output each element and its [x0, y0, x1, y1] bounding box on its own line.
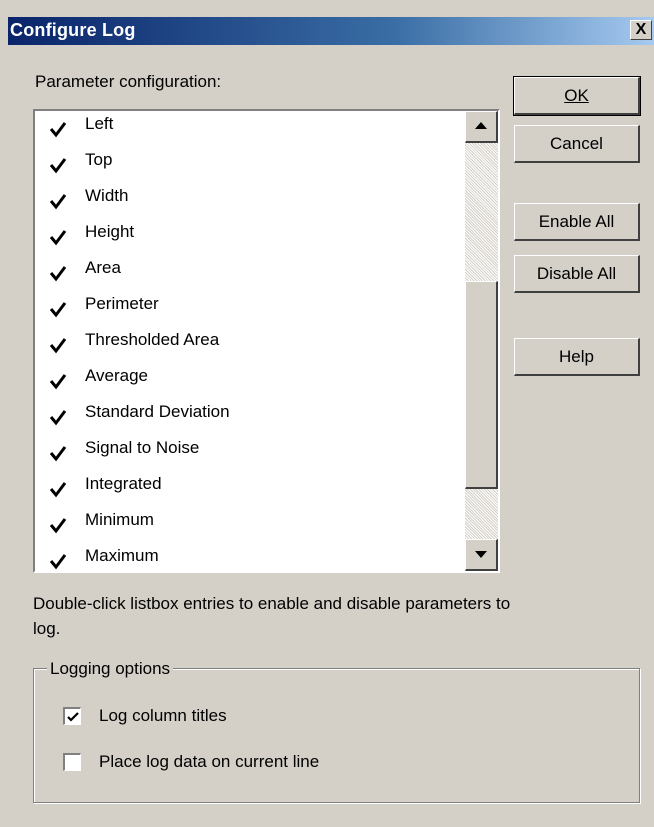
checkmark-icon [49, 154, 67, 174]
checkmark-icon [49, 478, 67, 498]
list-item[interactable]: Average [35, 361, 463, 397]
help-button[interactable]: Help [514, 338, 640, 376]
list-item-label: Area [85, 258, 121, 277]
checkmark-icon [49, 550, 67, 570]
listbox-hint: Double-click listbox entries to enable a… [33, 594, 511, 638]
list-item[interactable]: Top [35, 145, 463, 181]
parameter-list: Left Top Width Height Area Perimeter Threshold… [35, 111, 463, 571]
list-item-label: Height [85, 222, 135, 241]
list-item-label: Signal to Noise [85, 438, 200, 457]
close-button[interactable]: X [630, 20, 652, 40]
list-item[interactable]: Signal to Noise [35, 433, 463, 469]
list-item-label: Width [85, 186, 129, 205]
list-item-label: Integrated [85, 474, 162, 493]
list-item[interactable]: Left [35, 111, 463, 145]
scroll-thumb[interactable] [465, 281, 498, 489]
checkbox-label: Place log data on current line [99, 752, 320, 771]
cancel-button[interactable]: Cancel [514, 125, 640, 163]
scroll-up-button[interactable] [465, 111, 498, 143]
list-item[interactable]: Height [35, 217, 463, 253]
parameter-configuration-label: Parameter configuration: [35, 72, 222, 91]
checkmark-icon [49, 298, 67, 318]
title-bar[interactable]: Configure Log X [8, 17, 654, 45]
scroll-down-button[interactable] [465, 539, 498, 571]
checkmark-icon [49, 190, 67, 210]
list-item-label: Minimum [85, 510, 154, 529]
list-item-label: Standard Deviation [85, 402, 230, 421]
checkbox-box[interactable] [63, 753, 81, 771]
checkmark-icon [49, 442, 67, 462]
ok-button[interactable]: OK [513, 76, 641, 116]
checkbox-box[interactable] [63, 707, 81, 725]
list-item-label: Average [85, 366, 149, 385]
list-item[interactable]: Width [35, 181, 463, 217]
checkmark-icon [49, 370, 67, 390]
checkmark-icon [49, 514, 67, 534]
scroll-down-arrow-icon [475, 551, 487, 558]
checkmark-icon [49, 118, 67, 138]
list-item-label: Maximum [85, 546, 159, 565]
list-item[interactable]: Perimeter [35, 289, 463, 325]
checkmark-icon [49, 262, 67, 282]
window-title: Configure Log [10, 20, 136, 40]
list-item[interactable]: Thresholded Area [35, 325, 463, 361]
parameter-listbox[interactable]: Left Top Width Height Area Perimeter Threshold… [33, 109, 500, 573]
disable-all-button[interactable]: Disable All [514, 255, 640, 293]
ok-button-label: OK [564, 86, 589, 105]
checkmark-icon [49, 334, 67, 354]
list-item[interactable]: Integrated [35, 469, 463, 505]
scroll-up-arrow-icon [475, 122, 487, 129]
checkmark-icon [67, 712, 79, 722]
list-item[interactable]: Minimum [35, 505, 463, 541]
list-item-label: Perimeter [85, 294, 159, 313]
logging-options-group [33, 668, 640, 803]
configure-log-dialog: Configure Log X Parameter configuration:… [0, 0, 654, 827]
list-item-label: Top [85, 150, 113, 169]
logging-options-label: Logging options [47, 659, 174, 679]
list-item-label: Thresholded Area [85, 330, 220, 349]
checkbox-label: Log column titles [99, 706, 227, 725]
list-item[interactable]: Maximum [35, 541, 463, 571]
enable-all-button[interactable]: Enable All [514, 203, 640, 241]
checkmark-icon [49, 406, 67, 426]
checkmark-icon [49, 226, 67, 246]
list-item[interactable]: Standard Deviation [35, 397, 463, 433]
list-item-label: Left [85, 114, 114, 133]
list-item[interactable]: Area [35, 253, 463, 289]
vertical-scrollbar[interactable] [465, 111, 498, 571]
